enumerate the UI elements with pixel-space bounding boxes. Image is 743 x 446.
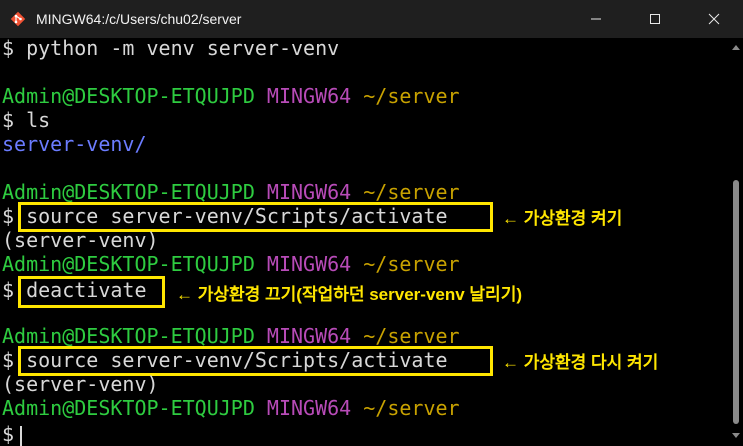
- prompt-user: Admin@DESKTOP-ETQUJPD: [2, 324, 255, 348]
- minimize-button[interactable]: [573, 0, 619, 38]
- command-line: $ python -m venv server-venv: [2, 36, 339, 60]
- prompt-cwd: ~/server: [363, 252, 460, 276]
- venv-indicator: (server-venv): [2, 228, 159, 252]
- prompt-symbol: $: [2, 278, 15, 302]
- prompt-cwd: ~/server: [363, 180, 460, 204]
- prompt-user: Admin@DESKTOP-ETQUJPD: [2, 396, 255, 420]
- prompt-line: Admin@DESKTOP-ETQUJPD MINGW64 ~/server: [2, 84, 460, 108]
- prompt-system: MINGW64: [266, 180, 352, 204]
- annotation-activate: ← 가상환경 켜기: [502, 209, 623, 228]
- input-line[interactable]: $: [2, 422, 23, 446]
- prompt-cwd: ~/server: [363, 396, 460, 420]
- annotation-deactivate: ← 가상환경 끄기(작업하던 server-venv 날리기): [176, 285, 522, 304]
- prompt-cwd: ~/server: [363, 324, 460, 348]
- prompt-symbol: $: [2, 422, 15, 446]
- title-bar[interactable]: MINGW64:/c/Users/chu02/server: [0, 0, 743, 38]
- prompt-user: Admin@DESKTOP-ETQUJPD: [2, 84, 255, 108]
- terminal-window: MINGW64:/c/Users/chu02/server $ python -…: [0, 0, 743, 446]
- scrollbar-thumb[interactable]: [733, 180, 739, 424]
- prompt-symbol: $: [2, 36, 15, 60]
- prompt-cwd: ~/server: [363, 84, 460, 108]
- terminal-output[interactable]: $ python -m venv server-venv Admin@DESKT…: [0, 36, 743, 446]
- git-bash-icon: [10, 11, 26, 27]
- close-icon: [708, 13, 720, 25]
- prompt-system: MINGW64: [266, 84, 352, 108]
- highlight-box-deactivate: [18, 276, 165, 308]
- scroll-up-icon[interactable]: [732, 45, 740, 50]
- prompt-line: Admin@DESKTOP-ETQUJPD MINGW64 ~/server: [2, 324, 460, 348]
- minimize-icon: [591, 18, 601, 20]
- venv-indicator: (server-venv): [2, 372, 159, 396]
- prompt-line: Admin@DESKTOP-ETQUJPD MINGW64 ~/server: [2, 180, 460, 204]
- prompt-system: MINGW64: [266, 396, 352, 420]
- close-button[interactable]: [691, 0, 737, 38]
- text-cursor: [20, 425, 23, 446]
- scroll-down-icon[interactable]: [732, 433, 740, 438]
- prompt-line: Admin@DESKTOP-ETQUJPD MINGW64 ~/server: [2, 252, 460, 276]
- maximize-button[interactable]: [632, 0, 678, 38]
- annotation-reactivate: ← 가상환경 다시 켜기: [502, 353, 659, 372]
- command-text: ls: [26, 108, 51, 132]
- command-line: $ ls: [2, 108, 50, 132]
- ls-output: server-venv/: [2, 132, 147, 156]
- prompt-system: MINGW64: [266, 252, 352, 276]
- prompt-symbol: $: [2, 204, 15, 228]
- command-text: python -m venv server-venv: [26, 36, 340, 60]
- window-title: MINGW64:/c/Users/chu02/server: [36, 11, 242, 27]
- prompt-symbol: $: [2, 108, 15, 132]
- prompt-symbol: $: [2, 348, 15, 372]
- prompt-user: Admin@DESKTOP-ETQUJPD: [2, 180, 255, 204]
- prompt-system: MINGW64: [266, 324, 352, 348]
- prompt-user: Admin@DESKTOP-ETQUJPD: [2, 252, 255, 276]
- prompt-line: Admin@DESKTOP-ETQUJPD MINGW64 ~/server: [2, 396, 460, 420]
- maximize-icon: [650, 14, 660, 24]
